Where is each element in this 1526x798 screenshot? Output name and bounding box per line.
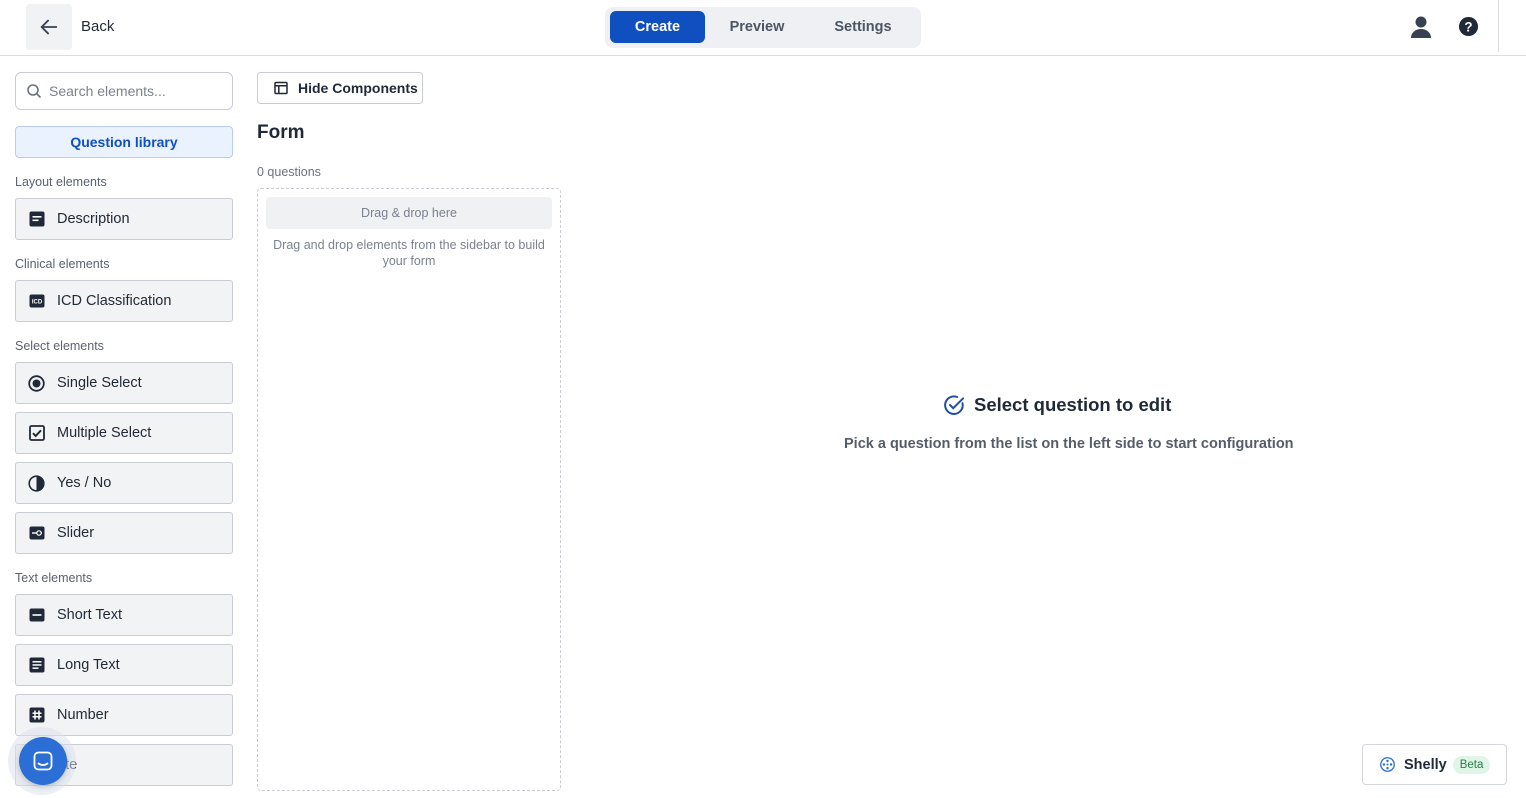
mode-tabs: Create Preview Settings: [605, 7, 921, 48]
radio-icon: [28, 374, 45, 392]
element-short-text[interactable]: Short Text: [15, 594, 233, 636]
form-title: Form: [257, 122, 305, 143]
half-circle-icon: [28, 474, 45, 492]
element-description[interactable]: Description: [15, 198, 233, 240]
empty-title-text: Select question to edit: [974, 394, 1172, 415]
element-label: Long Text: [57, 657, 120, 673]
search-box[interactable]: [15, 72, 233, 110]
element-label: Yes / No: [57, 475, 112, 491]
hide-components-button[interactable]: Hide Components: [257, 72, 423, 104]
long-text-icon: [28, 657, 45, 674]
question-library-button[interactable]: Question library: [15, 126, 233, 158]
tab-create[interactable]: Create: [610, 11, 705, 43]
edit-check-icon: [944, 395, 964, 415]
element-slider[interactable]: Slider: [15, 512, 233, 554]
drop-hint: Drag and drop elements from the sidebar …: [273, 238, 545, 268]
form-dropzone[interactable]: Drag & drop here Drag and drop elements …: [257, 188, 561, 791]
topbar-divider: [1498, 0, 1499, 52]
search-input[interactable]: [49, 83, 219, 99]
help-icon[interactable]: ?: [1458, 16, 1479, 37]
checkbox-icon: [28, 425, 45, 442]
tab-settings[interactable]: Settings: [819, 11, 907, 43]
section-label-layout: Layout elements: [15, 175, 107, 189]
hash-icon: [28, 707, 45, 724]
section-label-clinical: Clinical elements: [15, 257, 110, 271]
svg-text:?: ?: [1464, 19, 1472, 34]
back-button[interactable]: [26, 4, 72, 50]
drop-target[interactable]: Drag & drop here: [266, 197, 552, 229]
element-label: Description: [57, 211, 130, 227]
element-multiple-select[interactable]: Multiple Select: [15, 412, 233, 454]
shelly-name: Shelly: [1404, 756, 1447, 773]
description-icon: [28, 211, 45, 228]
top-bar: Back Create Preview Settings ?: [0, 0, 1526, 56]
beta-badge: Beta: [1452, 755, 1491, 774]
slider-icon: [28, 525, 45, 542]
hide-components-label: Hide Components: [298, 80, 418, 96]
element-label: Short Text: [57, 607, 123, 623]
layout-icon: [274, 81, 288, 95]
shelly-assistant-button[interactable]: Shelly Beta: [1362, 744, 1507, 785]
element-single-select[interactable]: Single Select: [15, 362, 233, 404]
element-yes-no[interactable]: Yes / No: [15, 462, 233, 504]
chat-launcher-button[interactable]: [19, 737, 67, 785]
user-icon[interactable]: [1408, 14, 1434, 40]
question-count: 0 questions: [257, 165, 321, 179]
element-label: Single Select: [57, 375, 142, 391]
search-icon: [27, 84, 42, 99]
empty-state-subtitle: Pick a question from the list on the lef…: [844, 436, 1294, 452]
section-label-select: Select elements: [15, 339, 104, 353]
empty-state-title: Select question to edit: [943, 394, 1171, 416]
arrow-left-icon: [40, 19, 58, 35]
element-icd-classification[interactable]: ICD ICD Classification: [15, 280, 233, 322]
element-label: Number: [57, 707, 109, 723]
tab-preview[interactable]: Preview: [715, 11, 799, 43]
chat-icon: [33, 751, 53, 771]
element-long-text[interactable]: Long Text: [15, 644, 233, 686]
svg-text:ICD: ICD: [31, 300, 42, 306]
section-label-text: Text elements: [15, 571, 93, 585]
shelly-icon: [1380, 757, 1395, 772]
short-text-icon: [28, 607, 45, 624]
icd-icon: ICD: [28, 293, 45, 310]
element-label: Multiple Select: [57, 425, 152, 441]
element-label: Slider: [57, 525, 95, 541]
back-label[interactable]: Back: [81, 18, 114, 35]
element-label: ICD Classification: [57, 293, 172, 309]
